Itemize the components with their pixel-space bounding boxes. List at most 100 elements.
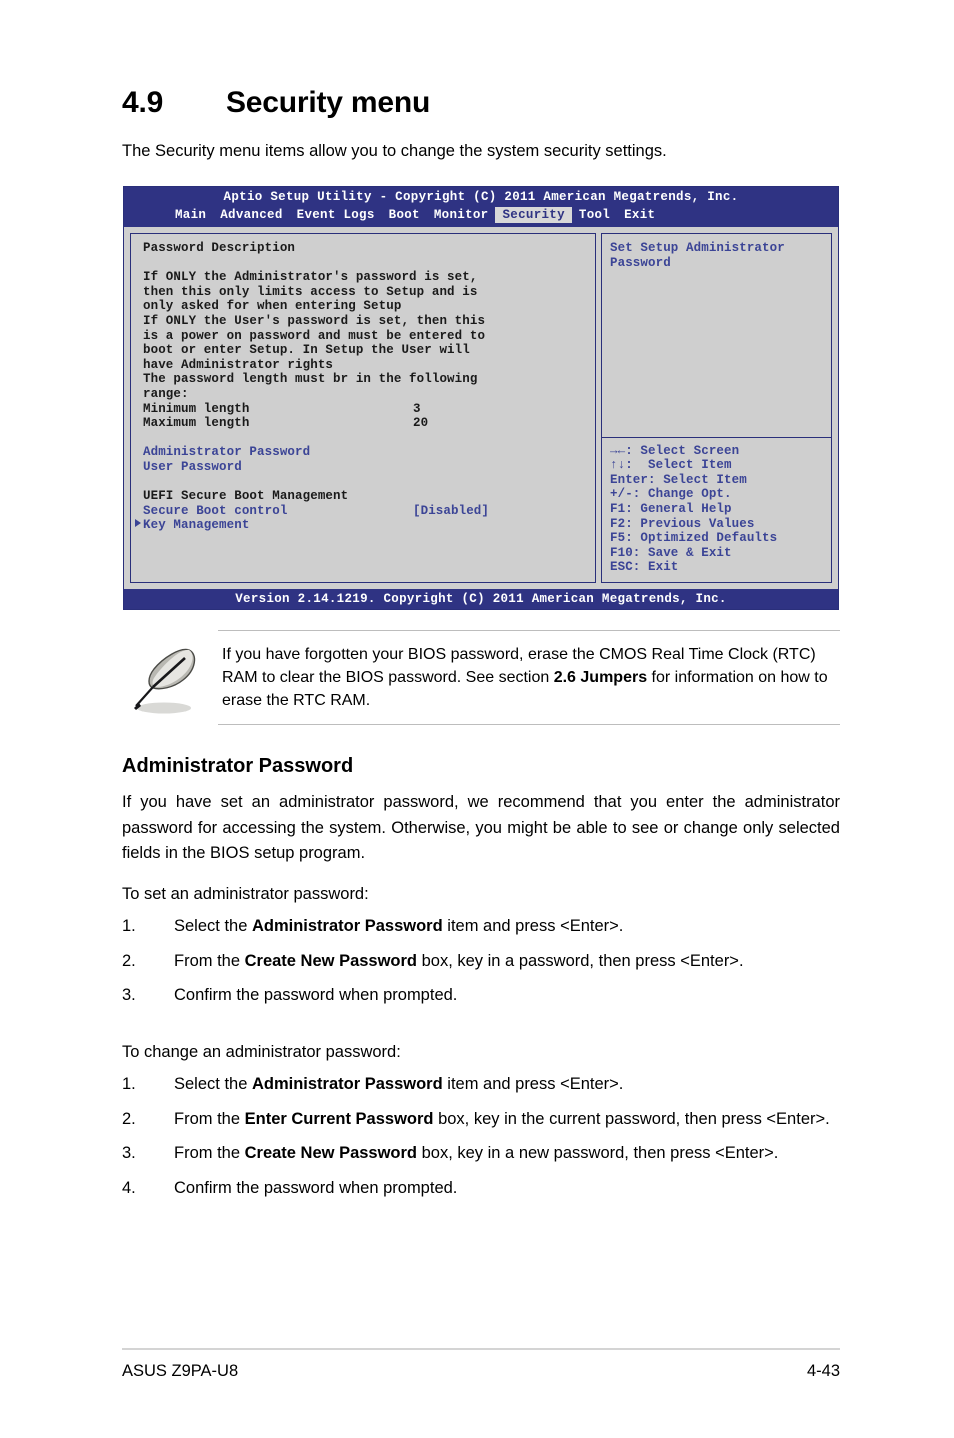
bios-version-footer: Version 2.14.1219. Copyright (C) 2011 Am…: [124, 589, 838, 609]
list-item-text-bold: Create New Password: [244, 1144, 418, 1162]
list-item-text-post: item and press <Enter>.: [442, 917, 624, 935]
list-item-text: From the Create New Password box, key in…: [174, 949, 840, 975]
list-item-text: Confirm the password when prompted.: [174, 983, 840, 1009]
bios-key-hint: +/-: Change Opt.: [610, 487, 732, 502]
bios-menu-item-security[interactable]: Security: [495, 207, 572, 223]
list-item-text-bold: Administrator Password: [251, 1075, 443, 1093]
list-item-text-pre: From the: [174, 1109, 245, 1128]
bios-line-spacer: [143, 256, 595, 271]
bios-body: Password Description If ONLY the Administ…: [124, 227, 838, 589]
lead-in-set-password: To set an administrator password:: [122, 885, 369, 903]
triangle-right-icon: [135, 519, 141, 528]
list-item-number: 1.: [122, 917, 136, 935]
bios-key-hint: F1: General Help: [610, 502, 732, 517]
footer-row: ASUS Z9PA-U8 4-43: [122, 1350, 840, 1381]
bios-key-hint: Enter: Select Item: [610, 472, 747, 487]
bios-setting-row: Minimum length 3: [143, 402, 595, 417]
bios-line-spacer: [143, 475, 595, 490]
bios-menu-item-boot[interactable]: Boot: [382, 207, 427, 223]
bios-menu-item-event-logs[interactable]: Event Logs: [290, 207, 382, 223]
list-item-text-pre: Confirm the password when prompted.: [174, 986, 458, 1004]
list-item-text-post: box, key in a password, then press <Ente…: [417, 951, 744, 970]
bios-key-hint: F2: Previous Values: [610, 516, 755, 531]
ordered-list-set-password: 1. Select the Administrator Password item…: [122, 914, 840, 1018]
lead-in-change-password: To change an administrator password:: [122, 1043, 401, 1061]
bios-description-line: The password length must br in the follo…: [143, 372, 478, 387]
list-item-number: 2.: [122, 951, 136, 970]
document-page: 4.9 Security menu The Security menu item…: [0, 0, 954, 1438]
bios-description-line: have Administrator rights: [143, 357, 334, 372]
list-item-text: From the Enter Current Password box, key…: [174, 1107, 840, 1133]
bios-setting-label: Maximum length: [143, 416, 250, 431]
list-item: 1. Select the Administrator Password item…: [122, 914, 840, 940]
bios-key-hint: ↑↓: Select Item: [610, 458, 732, 473]
bios-setting-label: Minimum length: [143, 401, 250, 416]
bios-setting-row: Maximum length 20: [143, 416, 595, 431]
bios-menu-item-monitor[interactable]: Monitor: [427, 207, 496, 223]
bios-submenu-item[interactable]: Key Management: [135, 518, 595, 533]
bios-description-line: is a power on password and must be enter…: [143, 328, 486, 343]
bios-menu-item-exit[interactable]: Exit: [617, 207, 662, 223]
note-inner: If you have forgotten your BIOS password…: [218, 630, 840, 725]
note-text-bold: 2.6 Jumpers: [553, 669, 648, 686]
bios-setting-value: 3: [413, 401, 421, 416]
list-item-text: Confirm the password when prompted.: [174, 1176, 840, 1202]
bios-menu-item-advanced[interactable]: Advanced: [213, 207, 289, 223]
bios-description-line: range:: [143, 386, 189, 401]
list-item: 1. Select the Administrator Password item…: [122, 1072, 840, 1098]
list-item-text: From the Create New Password box, key in…: [174, 1141, 840, 1167]
bios-description-line: boot or enter Setup. In Setup the User w…: [143, 343, 470, 358]
bios-description-line: then this only limits access to Setup an…: [143, 284, 478, 299]
page-title: 4.9 Security menu: [122, 86, 430, 120]
bios-description-line: If ONLY the Administrator's password is …: [143, 270, 478, 285]
list-item-text-pre: Select the: [174, 1075, 252, 1093]
bios-key-hint: →←: Select Screen: [610, 443, 740, 458]
bios-setting-label: Secure Boot control: [143, 503, 288, 518]
list-item-text-pre: From the: [174, 1144, 245, 1162]
bios-key-hint: F5: Optimized Defaults: [610, 531, 778, 546]
footer-page-number: 4-43: [806, 1362, 840, 1380]
list-item-number: 1.: [122, 1075, 136, 1093]
bios-description-line: only asked for when entering Setup: [143, 299, 402, 314]
note-text: If you have forgotten your BIOS password…: [218, 643, 840, 712]
list-item-number: 3.: [122, 986, 136, 1004]
list-item-text-bold: Enter Current Password: [244, 1109, 434, 1128]
bios-selectable-item[interactable]: User Password: [143, 460, 595, 475]
list-item-text-pre: From the: [174, 951, 245, 970]
list-item-text-pre: Confirm the password when prompted.: [174, 1178, 458, 1197]
ordered-list-change-password: 1. Select the Administrator Password item…: [122, 1072, 840, 1210]
bios-description-line: UEFI Secure Boot Management: [143, 489, 349, 504]
list-item-text-post: box, key in a new password, then press <…: [417, 1144, 779, 1162]
bios-selectable-item[interactable]: Administrator Password: [143, 445, 595, 460]
list-item: 3. From the Create New Password box, key …: [122, 1141, 840, 1167]
list-item: 3. Confirm the password when prompted.: [122, 983, 840, 1009]
list-item-text-bold: Administrator Password: [251, 917, 443, 935]
list-item-text-pre: Select the: [174, 917, 252, 935]
bios-key-hint: ESC: Exit: [610, 560, 679, 575]
list-item: 4. Confirm the password when prompted.: [122, 1176, 840, 1202]
bios-menu-item-tool[interactable]: Tool: [572, 207, 617, 223]
bios-help-line: Set Setup Administrator: [610, 241, 785, 255]
bios-line-spacer: [143, 431, 595, 446]
list-item-text-post: item and press <Enter>.: [442, 1075, 624, 1093]
list-item-text-bold: Create New Password: [244, 951, 418, 970]
bios-help-text: Set Setup Administrator Password: [602, 234, 831, 437]
quill-pen-icon: [130, 642, 210, 720]
sub-heading-administrator-password: Administrator Password: [122, 755, 354, 777]
bios-setting-value: 20: [413, 416, 429, 431]
bios-menubar: Main Advanced Event Logs Boot Monitor Securit…: [124, 205, 838, 227]
bios-setting-row[interactable]: Secure Boot control [Disabled]: [143, 504, 595, 519]
list-item-text-post: box, key in the current password, then p…: [433, 1109, 830, 1128]
bios-description-line: If ONLY the User's password is set, then…: [143, 313, 486, 328]
bios-help-panel: Set Setup Administrator Password →←: Sele…: [601, 233, 832, 583]
section-title: Security menu: [226, 86, 431, 119]
bios-menu-item-main[interactable]: Main: [168, 207, 213, 223]
paragraph-admin-password: If you have set an administrator passwor…: [122, 793, 840, 862]
list-item-text: Select the Administrator Password item a…: [174, 914, 840, 940]
footer-product-name: ASUS Z9PA-U8: [122, 1362, 239, 1380]
bios-help-line: Password: [610, 255, 671, 270]
bios-navigation-keys: →←: Select Screen ↑↓: Select Item Enter: S…: [602, 436, 831, 582]
note-box: If you have forgotten your BIOS password…: [122, 630, 840, 725]
list-item-number: 3.: [122, 1144, 136, 1162]
list-item-number: 2.: [122, 1109, 136, 1128]
